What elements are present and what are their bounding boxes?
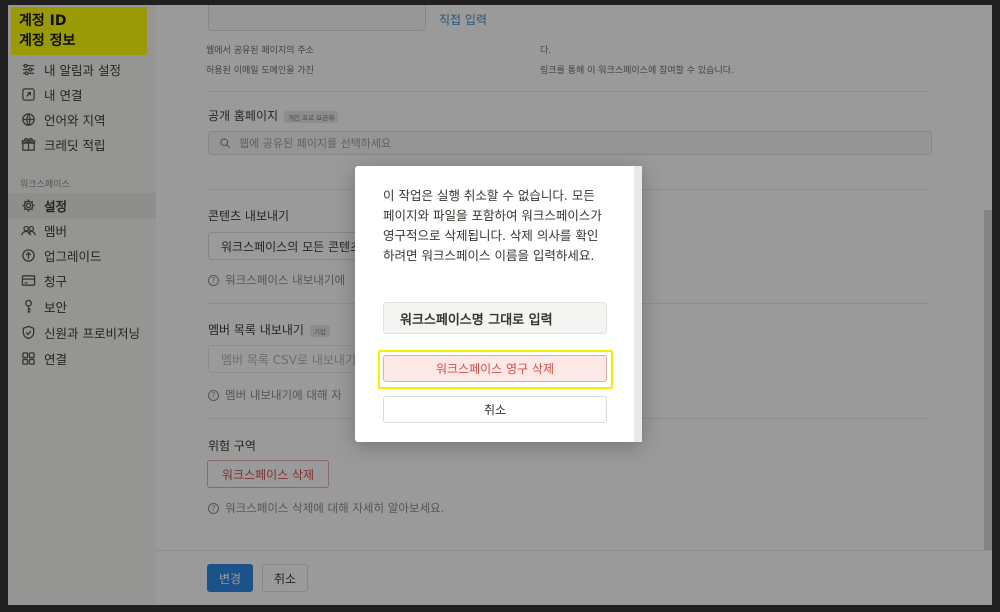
delete-workspace-modal: 이 작업은 실행 취소할 수 없습니다. 모든 페이지와 파일을 포함하여 워크… — [355, 166, 642, 442]
workspace-name-input[interactable]: 워크스페이스명 그대로 입력 — [383, 302, 607, 334]
modal-warning-text: 이 작업은 실행 취소할 수 없습니다. 모든 페이지와 파일을 포함하여 워크… — [383, 188, 602, 263]
modal-cancel-button[interactable]: 취소 — [383, 396, 607, 423]
permanent-delete-button[interactable]: 워크스페이스 영구 삭제 — [383, 355, 607, 382]
modal-scrollbar[interactable] — [634, 166, 642, 442]
